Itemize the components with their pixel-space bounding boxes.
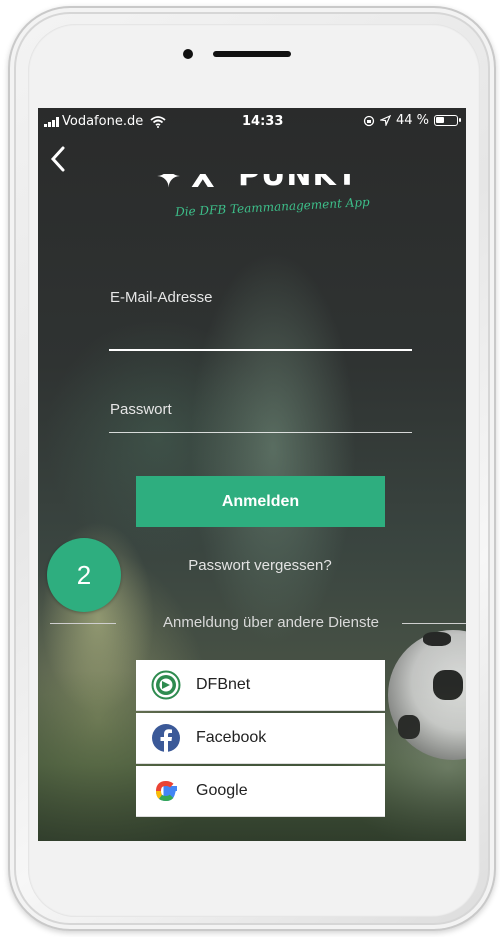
google-label: Google bbox=[196, 782, 248, 799]
facebook-label: Facebook bbox=[196, 729, 267, 746]
facebook-login-button[interactable]: Facebook bbox=[136, 713, 385, 764]
battery-percent: 44 % bbox=[395, 113, 429, 128]
earpiece-speaker bbox=[213, 51, 291, 57]
wifi-icon bbox=[150, 115, 166, 128]
app-tagline: Die DFB Teammanagement App bbox=[174, 194, 370, 220]
carrier-name: Vodafone.de bbox=[62, 114, 144, 129]
other-services-divider: Anmeldung über andere Dienste bbox=[50, 614, 466, 634]
status-right-group: 44 % bbox=[363, 113, 461, 128]
password-input[interactable] bbox=[109, 432, 412, 433]
back-chevron-icon[interactable] bbox=[46, 144, 70, 174]
dfbnet-login-button[interactable]: DFBnet bbox=[136, 660, 385, 711]
battery-icon bbox=[434, 115, 461, 126]
email-input[interactable] bbox=[109, 349, 412, 351]
signal-icon bbox=[44, 116, 59, 127]
status-bar: Vodafone.de 14:33 44 % bbox=[38, 108, 466, 134]
logo-wordmark: PUNKT bbox=[238, 174, 358, 190]
login-button[interactable]: Anmelden bbox=[136, 476, 385, 527]
front-camera bbox=[183, 49, 193, 59]
logo-mark-icon: ✦ ⅄ bbox=[156, 174, 214, 190]
app-logo: ✦ ⅄ PUNKT Die DFB Teammanagement App bbox=[150, 174, 400, 234]
facebook-icon bbox=[148, 720, 184, 756]
step-number-badge: 2 bbox=[47, 538, 121, 612]
google-icon bbox=[148, 773, 184, 809]
other-services-heading: Anmeldung über andere Dienste bbox=[163, 614, 379, 631]
orientation-lock-icon bbox=[363, 115, 375, 126]
login-screen: Vodafone.de 14:33 44 % Die DFB Teammanag… bbox=[38, 108, 466, 841]
password-field-label: Passwort bbox=[110, 401, 172, 418]
google-login-button[interactable]: Google bbox=[136, 766, 385, 817]
dfbnet-label: DFBnet bbox=[196, 676, 251, 693]
dfb-icon bbox=[148, 667, 184, 703]
clock-time: 14:33 bbox=[242, 114, 284, 129]
location-icon bbox=[379, 115, 391, 126]
carrier-group: Vodafone.de bbox=[44, 114, 166, 129]
email-field-label: E-Mail-Adresse bbox=[110, 289, 213, 306]
